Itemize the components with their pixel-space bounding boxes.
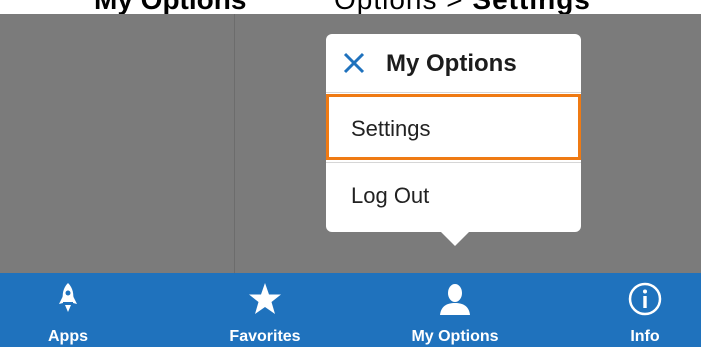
star-icon <box>249 283 281 314</box>
person-icon <box>440 284 470 315</box>
rocket-icon <box>59 283 77 312</box>
popup-title: My Options <box>386 50 517 77</box>
menu-item-log-out-label: Log Out <box>351 183 430 208</box>
top-banner-right-text: Options > Settings <box>334 0 591 14</box>
tab-my-options-label: My Options <box>411 328 499 345</box>
panel-divider <box>234 14 235 273</box>
info-icon <box>628 282 662 316</box>
close-icon[interactable] <box>342 51 366 75</box>
menu-separator <box>326 162 581 163</box>
top-instruction-strip: My Options Options > Settings <box>0 0 701 14</box>
options-popup: My Options Settings Log Out <box>326 34 581 232</box>
tab-favorites[interactable]: Favorites <box>210 273 320 347</box>
bottom-tab-bar: Apps Favorites My Options Info <box>0 273 701 347</box>
tab-apps[interactable]: Apps <box>28 273 108 347</box>
top-banner-left-text: My Options <box>94 0 246 14</box>
menu-item-settings[interactable]: Settings <box>326 94 581 160</box>
tab-info[interactable]: Info <box>615 273 675 347</box>
tab-my-options[interactable]: My Options <box>390 273 520 347</box>
menu-item-settings-label: Settings <box>351 116 431 141</box>
popup-header: My Options <box>326 34 581 93</box>
tab-favorites-label: Favorites <box>229 328 301 345</box>
tab-apps-label: Apps <box>48 328 88 345</box>
menu-item-log-out[interactable]: Log Out <box>326 164 581 230</box>
tab-info-label: Info <box>630 328 660 345</box>
popup-pointer <box>440 231 470 246</box>
